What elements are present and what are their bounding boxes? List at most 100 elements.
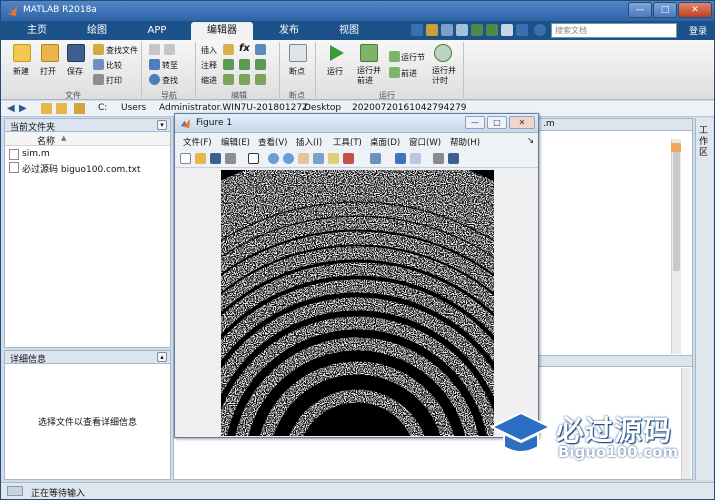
paste-icon[interactable] <box>456 24 468 36</box>
back-arrow-icon[interactable]: ◀ <box>7 103 18 114</box>
redo-icon[interactable] <box>486 24 498 36</box>
menu-insert[interactable]: 插入(I) <box>296 136 322 148</box>
login-link[interactable]: 登录 <box>689 24 707 37</box>
back-nav-icon[interactable] <box>149 44 160 55</box>
panel-menu-icon[interactable]: ▾ <box>157 120 167 130</box>
browse-folder-icon[interactable] <box>56 103 67 114</box>
tab-apps[interactable]: APP <box>141 22 173 40</box>
tab-view[interactable]: 视图 <box>331 22 367 40</box>
figure-maximize-button[interactable]: □ <box>487 116 507 129</box>
undo-icon[interactable] <box>471 24 483 36</box>
menu-file[interactable]: 文件(F) <box>183 136 212 148</box>
name-column-label[interactable]: 名称 <box>37 134 55 147</box>
open-button[interactable]: 打开 <box>40 66 56 77</box>
column-header[interactable]: 名称 ▲ <box>5 132 170 147</box>
copy-icon[interactable] <box>441 24 453 36</box>
tab-editor[interactable]: 编辑器 <box>191 22 253 40</box>
rotate-icon[interactable] <box>313 153 324 164</box>
menu-window[interactable]: 窗口(W) <box>409 136 441 148</box>
path-segment[interactable]: 20200720161042794279 <box>352 103 467 113</box>
wrap-comment-icon[interactable] <box>255 59 266 70</box>
print-figure-icon[interactable] <box>225 153 236 164</box>
insert-button[interactable]: 插入 <box>201 45 217 56</box>
run-advance-button[interactable]: 运行并 前进 <box>357 66 381 86</box>
decrease-indent-icon[interactable] <box>239 74 250 85</box>
legend-icon[interactable] <box>410 153 421 164</box>
edit-plot-icon[interactable] <box>248 153 259 164</box>
colorbar-icon[interactable] <box>395 153 406 164</box>
run-time-button[interactable]: 运行并 计时 <box>432 66 456 86</box>
figure-close-button[interactable]: ✕ <box>509 116 535 129</box>
show-plot-tools-icon[interactable] <box>448 153 459 164</box>
menu-edit[interactable]: 编辑(E) <box>221 136 250 148</box>
menu-desktop[interactable]: 桌面(D) <box>370 136 400 148</box>
save-button[interactable]: 保存 <box>67 66 83 77</box>
open-folder-icon[interactable] <box>41 44 59 62</box>
cut-icon[interactable] <box>426 24 438 36</box>
forward-arrow-icon[interactable]: ▶ <box>19 103 30 114</box>
new-file-icon[interactable] <box>13 44 31 62</box>
breakpoints-button[interactable]: 断点 <box>289 66 305 77</box>
zoom-in-icon[interactable] <box>268 153 279 164</box>
panel-collapse-icon[interactable]: ▴ <box>157 352 167 362</box>
comment-button[interactable]: 注释 <box>201 60 217 71</box>
run-section-button[interactable]: 运行节 <box>401 52 425 63</box>
breakpoint-icon[interactable] <box>289 44 307 62</box>
run-button[interactable]: 运行 <box>327 66 343 77</box>
figure-title-bar[interactable]: Figure 1 — □ ✕ <box>175 114 538 133</box>
save-icon[interactable] <box>67 44 85 62</box>
run-advance-icon[interactable] <box>360 44 378 62</box>
file-name[interactable]: 必过源码 biguo100.com.txt <box>22 165 141 175</box>
menu-help[interactable]: 帮助(H) <box>450 136 480 148</box>
path-segment[interactable]: Administrator.WIN7U-20180127Z <box>159 103 308 113</box>
menu-view[interactable]: 查看(V) <box>258 136 287 148</box>
tab-publish[interactable]: 发布 <box>271 22 307 40</box>
increase-indent-icon[interactable] <box>255 74 266 85</box>
path-segment[interactable]: C: <box>98 103 107 113</box>
tab-plots[interactable]: 绘图 <box>81 22 113 40</box>
path-segment[interactable]: Desktop <box>304 103 341 113</box>
pan-icon[interactable] <box>298 153 309 164</box>
scrollbar-thumb[interactable] <box>673 151 680 271</box>
goto-button[interactable]: 转至 <box>162 60 178 71</box>
run-icon[interactable] <box>326 43 346 63</box>
data-cursor-icon[interactable] <box>328 153 339 164</box>
run-time-icon[interactable] <box>434 44 452 62</box>
insert-section-icon[interactable] <box>223 44 234 55</box>
path-segment[interactable]: Users <box>121 103 146 113</box>
forward-nav-icon[interactable] <box>164 44 175 55</box>
file-name[interactable]: sim.m <box>22 149 50 159</box>
switch-windows-icon[interactable] <box>501 24 513 36</box>
workspace-label[interactable]: 工作区 <box>699 126 709 159</box>
fx-icon[interactable]: fx <box>239 43 250 54</box>
smart-indent-icon[interactable] <box>223 74 234 85</box>
workspace-side-strip[interactable]: 工作区 <box>695 118 713 480</box>
search-docs-input[interactable]: 搜索文档 <box>551 23 677 38</box>
minimize-button[interactable]: — <box>628 2 652 18</box>
up-folder-icon[interactable] <box>41 103 52 114</box>
link-plot-icon[interactable] <box>370 153 381 164</box>
maximize-button[interactable]: □ <box>653 2 677 18</box>
figure-image[interactable] <box>221 170 494 436</box>
new-figure-icon[interactable] <box>180 153 191 164</box>
uncomment-icon[interactable] <box>239 59 250 70</box>
find-files-button[interactable]: 查找文件 <box>106 45 138 56</box>
new-button[interactable]: 新建 <box>13 66 29 77</box>
compare-button[interactable]: 比较 <box>106 60 122 71</box>
advance-button[interactable]: 前进 <box>401 68 417 79</box>
save-quick-icon[interactable] <box>411 24 423 36</box>
print-button[interactable]: 打印 <box>106 75 122 86</box>
list-item[interactable]: sim.m <box>9 149 50 160</box>
insert-menu-icon[interactable] <box>255 44 266 55</box>
comment-percent-icon[interactable] <box>223 59 234 70</box>
list-item[interactable]: 必过源码 biguo100.com.txt <box>9 162 141 175</box>
menu-overflow-icon[interactable]: ↘ <box>527 136 534 146</box>
close-button[interactable]: ✕ <box>678 2 712 18</box>
figure-minimize-button[interactable]: — <box>465 116 485 129</box>
menu-tools[interactable]: 工具(T) <box>333 136 362 148</box>
editor-scrollbar[interactable] <box>671 139 681 354</box>
find-button[interactable]: 查找 <box>162 75 178 86</box>
open-file-icon[interactable] <box>195 153 206 164</box>
tab-home[interactable]: 主页 <box>21 22 53 40</box>
zoom-out-icon[interactable] <box>283 153 294 164</box>
